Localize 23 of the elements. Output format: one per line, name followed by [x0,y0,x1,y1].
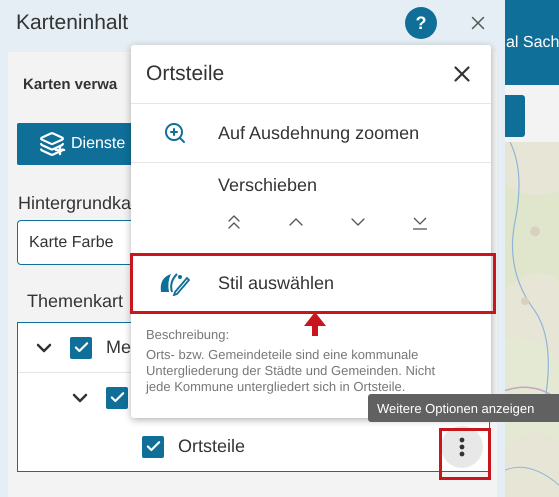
checkbox[interactable] [70,336,92,358]
help-button[interactable]: ? [405,7,437,39]
layer-name: Ortsteile [178,436,246,457]
description-label: Beschreibung: [146,327,230,343]
section-label: Themenkart [27,291,124,312]
more-options-button[interactable] [441,426,483,468]
header-bar: al Sach [505,0,559,85]
menu-title: Ortsteile [146,62,226,86]
annotation-arrow [304,312,326,336]
menu-item[interactable]: Auf Ausdehnung zoomen [131,104,491,163]
section-title: Karten verwa [23,76,118,93]
layers-add-icon [39,131,67,157]
tooltip: Weitere Optionen anzeigen [368,394,559,422]
more-vertical-icon [459,436,465,456]
checkbox[interactable] [142,436,164,458]
description-text: Orts- bzw. Gemeindeteile sind eine kommunale Untergliederung der Städte und Gemeinden. Nicht jede Kommune untergliedert sich in Ortsteile. [146,347,436,395]
zoom-in-icon [162,121,186,145]
move-label: Verschieben [218,175,318,196]
checkbox[interactable] [106,386,128,408]
menu-item[interactable]: Stil auswählen [131,254,495,313]
field-label: Hintergrundka [18,193,132,214]
panel-title: Karteninhalt [16,11,130,35]
layer-name: Me [106,337,132,358]
